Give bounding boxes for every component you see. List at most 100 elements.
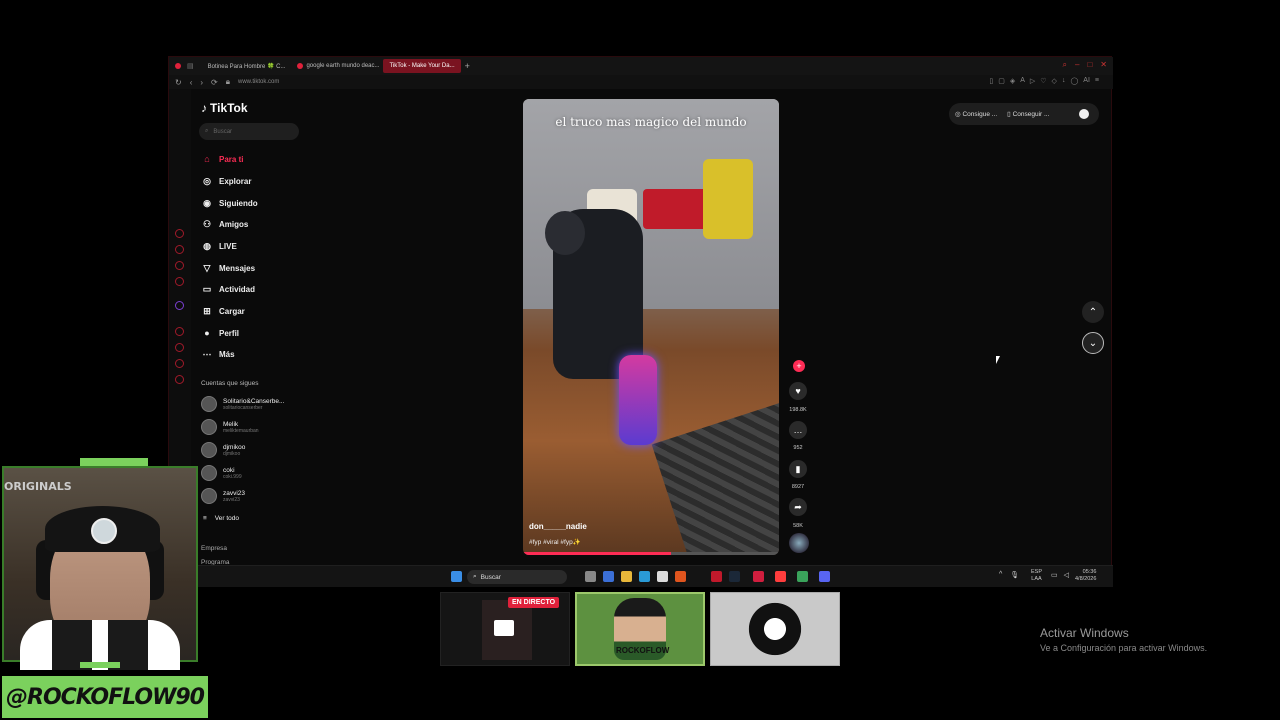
tab-menu-icon[interactable]: ▤: [187, 62, 194, 70]
nav-for-you[interactable]: ⌂ Para ti: [201, 153, 243, 165]
refresh-icon[interactable]: ⟳: [211, 78, 218, 87]
volume-icon[interactable]: ◁: [1064, 571, 1069, 579]
account-item[interactable]: zavvi23 zavvi23: [201, 488, 245, 504]
widgets-icon[interactable]: [603, 571, 614, 582]
heart-icon[interactable]: ♡: [1040, 77, 1046, 85]
maximize-button[interactable]: □: [1087, 60, 1092, 70]
sidebar-icon-1[interactable]: [175, 229, 184, 238]
theme-toggle[interactable]: [1079, 109, 1089, 119]
shield-icon[interactable]: ◈: [1010, 77, 1015, 85]
video-progress-bar[interactable]: [523, 552, 779, 555]
search-placeholder: Buscar: [213, 128, 233, 135]
share-button[interactable]: ➦: [789, 498, 807, 516]
twitch-icon[interactable]: [175, 301, 184, 310]
nav-messages[interactable]: ▽ Mensajes: [201, 262, 256, 274]
close-button[interactable]: ✕: [1100, 60, 1107, 70]
nav-explore[interactable]: ◎ Explorar: [201, 175, 251, 187]
search-input[interactable]: ⌕ Buscar: [199, 123, 299, 140]
account-item[interactable]: Melik meliktemaurban: [201, 419, 259, 435]
task-view-icon[interactable]: [585, 571, 596, 582]
cam-frame-accent: [80, 458, 148, 466]
ai-icon[interactable]: AI: [1083, 77, 1090, 85]
nav-label: Actividad: [219, 284, 256, 294]
get-app-button[interactable]: ▯ Conseguir ...: [1007, 110, 1049, 118]
taskbar-clock[interactable]: 05:36 4/8/2026: [1075, 569, 1096, 583]
puzzle-icon[interactable]: ◇: [1052, 77, 1057, 85]
follow-button[interactable]: +: [793, 360, 805, 372]
account-item[interactable]: djmikoo djmikoo: [201, 442, 245, 458]
download-icon[interactable]: ↓: [1062, 77, 1066, 85]
share-count: 58K: [793, 523, 803, 529]
music-disc[interactable]: [789, 533, 809, 553]
search-tabs-icon[interactable]: ⌕: [1063, 60, 1067, 70]
reload-icon[interactable]: ↻: [175, 78, 182, 87]
streamer-handle-banner: @ROCKOFLOW90: [2, 676, 208, 718]
sidebar-icon-8[interactable]: [175, 375, 184, 384]
video-player[interactable]: el truco mas magico del mundo don_____na…: [523, 99, 779, 555]
account-item[interactable]: coki coki.999: [201, 465, 242, 481]
windows-start-icon[interactable]: [451, 571, 462, 582]
url-field[interactable]: www.tiktok.com: [238, 79, 279, 85]
sidebar-icon-6[interactable]: [175, 343, 184, 352]
video-caption: el truco mas magico del mundo: [555, 115, 747, 129]
bookmark-icon[interactable]: ▯: [989, 77, 993, 85]
video-hashtags[interactable]: #fyp #viral #fyp✨: [529, 538, 581, 546]
nav-upload[interactable]: ⊞ Cargar: [201, 305, 245, 317]
sidebar-icon-3[interactable]: [175, 261, 184, 270]
store-icon[interactable]: [657, 571, 668, 582]
nav-friends[interactable]: ⚇ Amigos: [201, 218, 248, 230]
sidebar-icon-5[interactable]: [175, 327, 184, 336]
back-icon[interactable]: ‹: [190, 78, 193, 87]
profile-icon[interactable]: ◯: [1070, 77, 1078, 85]
nav-live[interactable]: ◍ LIVE: [201, 240, 237, 252]
steam-icon[interactable]: [729, 571, 740, 582]
account-item[interactable]: Solitario&Canserbe... solitariocanserber: [201, 396, 284, 412]
avatar: [201, 419, 217, 435]
translate-icon[interactable]: A: [1020, 77, 1025, 85]
footer-link[interactable]: Empresa: [201, 545, 227, 552]
comment-button[interactable]: …: [789, 421, 807, 439]
save-button[interactable]: ▮: [789, 460, 807, 478]
tiktok-logo[interactable]: ♪ TikTok: [201, 101, 248, 115]
sidebar-icon-7[interactable]: [175, 359, 184, 368]
like-button[interactable]: ♥: [789, 382, 807, 400]
menu-icon[interactable]: ≡: [1095, 77, 1099, 85]
screenshot-icon[interactable]: ▢: [998, 77, 1005, 85]
next-video-button[interactable]: ⌄: [1082, 332, 1104, 354]
opera-logo-icon[interactable]: [175, 63, 181, 69]
discord-icon[interactable]: [819, 571, 830, 582]
language-indicator[interactable]: ESP LAA: [1031, 569, 1042, 583]
nav-profile[interactable]: ● Perfil: [201, 327, 239, 339]
nav-more[interactable]: ⋯ Más: [201, 348, 235, 360]
lang-layout: LAA: [1031, 576, 1042, 582]
see-all-link[interactable]: ≡ Ver todo: [203, 515, 239, 522]
tab-botinea[interactable]: Botinea Para Hombre 🍀 C...: [202, 59, 292, 73]
record-icon[interactable]: [775, 571, 786, 582]
nav-activity[interactable]: ▭ Actividad: [201, 283, 255, 295]
forward-icon[interactable]: ›: [200, 78, 203, 87]
network-icon[interactable]: ▭: [1051, 571, 1058, 579]
share-icon: ➦: [794, 501, 802, 512]
app-icon[interactable]: [753, 571, 764, 582]
brave-icon[interactable]: [675, 571, 686, 582]
nav-following[interactable]: ◉ Siguiendo: [201, 197, 258, 209]
taskbar-search[interactable]: ⌕ Buscar: [467, 570, 567, 584]
play-icon[interactable]: ▷: [1030, 77, 1035, 85]
sidebar-icon-4[interactable]: [175, 277, 184, 286]
sidebar-icon-2[interactable]: [175, 245, 184, 254]
minimize-button[interactable]: –: [1075, 60, 1079, 70]
thumbnail-label: ROCKOFLOW: [616, 646, 670, 655]
system-tray: ^ 🎙︎: [999, 571, 1019, 579]
file-explorer-icon[interactable]: [621, 571, 632, 582]
sheets-icon[interactable]: [797, 571, 808, 582]
opera-icon[interactable]: [711, 571, 722, 582]
tab-google-earth[interactable]: google earth mundo deac...: [291, 59, 383, 73]
tab-tiktok[interactable]: TikTok - Make Your Da...: [383, 59, 461, 73]
get-coins-button[interactable]: ◎ Consigue ...: [955, 110, 997, 118]
mic-icon[interactable]: 🎙︎: [1010, 571, 1019, 579]
new-tab-button[interactable]: +: [465, 61, 470, 71]
previous-video-button[interactable]: ⌃: [1082, 301, 1104, 323]
edge-icon[interactable]: [639, 571, 650, 582]
video-author[interactable]: don_____nadie: [529, 522, 587, 531]
chevron-up-icon[interactable]: ^: [999, 571, 1002, 579]
